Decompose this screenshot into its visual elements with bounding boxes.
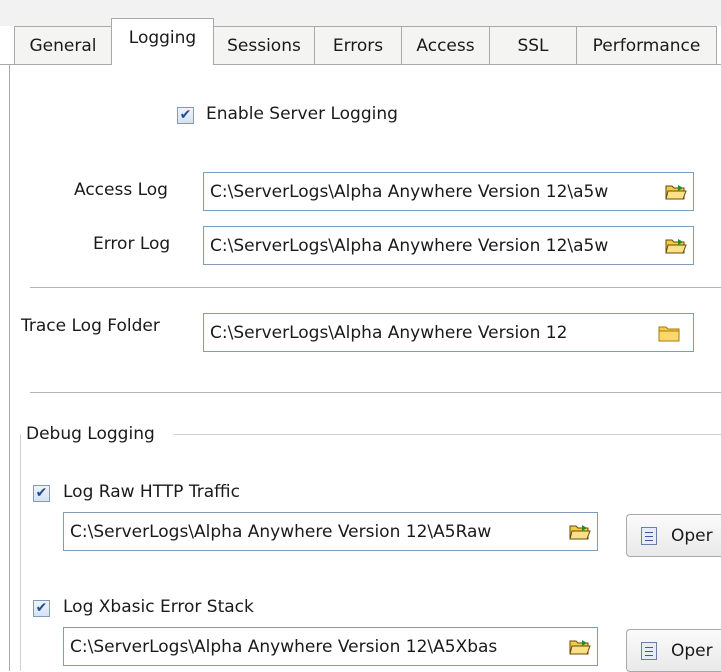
error-log-label: Error Log — [93, 234, 171, 254]
access-log-label: Access Log — [74, 180, 168, 200]
group-box-border — [174, 434, 721, 435]
separator — [30, 392, 721, 394]
log-xbasic-error-stack-label: Log Xbasic Error Stack — [63, 597, 254, 617]
tab-logging[interactable]: Logging — [111, 18, 214, 65]
document-icon — [641, 527, 657, 545]
error-log-value: C:\ServerLogs\Alpha Anywhere Version 12\… — [210, 236, 609, 256]
tab-label: Access — [416, 35, 475, 56]
open-button-label: Oper — [671, 526, 713, 546]
tab-ssl[interactable]: SSL — [489, 26, 577, 64]
tab-general[interactable]: General — [14, 26, 112, 64]
log-raw-http-checkbox[interactable]: ✔ — [33, 485, 50, 502]
enable-logging-label: Enable Server Logging — [206, 104, 398, 124]
open-folder-icon[interactable] — [563, 514, 596, 549]
log-xbasic-error-stack-checkbox[interactable]: ✔ — [33, 600, 50, 617]
open-raw-http-log-button[interactable]: Oper — [626, 514, 721, 557]
enable-logging-checkbox[interactable]: ✔ — [177, 107, 194, 124]
open-folder-icon[interactable] — [659, 228, 692, 263]
open-folder-icon[interactable] — [563, 629, 596, 664]
trace-log-value: C:\ServerLogs\Alpha Anywhere Version 12 — [210, 323, 568, 343]
tab-label: Logging — [128, 28, 197, 48]
tab-performance[interactable]: Performance — [576, 26, 717, 64]
tab-errors[interactable]: Errors — [314, 26, 402, 64]
access-log-value: C:\ServerLogs\Alpha Anywhere Version 12\… — [210, 182, 609, 202]
tab-label: Errors — [332, 35, 384, 56]
log-raw-http-label: Log Raw HTTP Traffic — [63, 482, 240, 502]
trace-log-label: Trace Log Folder — [21, 316, 160, 336]
tab-access[interactable]: Access — [401, 26, 490, 64]
tab-sessions[interactable]: Sessions — [213, 26, 315, 64]
tab-label: General — [29, 35, 97, 56]
access-log-field[interactable]: C:\ServerLogs\Alpha Anywhere Version 12\… — [203, 172, 694, 211]
folder-icon[interactable] — [652, 315, 685, 350]
error-log-field[interactable]: C:\ServerLogs\Alpha Anywhere Version 12\… — [203, 226, 694, 265]
tab-label: Sessions — [227, 35, 301, 56]
tab-strip-background — [0, 0, 721, 26]
document-icon — [641, 642, 657, 660]
tab-baseline — [0, 64, 721, 65]
xbasic-error-log-field[interactable]: C:\ServerLogs\Alpha Anywhere Version 12\… — [63, 627, 598, 666]
group-box-border — [20, 434, 21, 671]
open-xbasic-error-log-button[interactable]: Oper — [626, 629, 721, 672]
tab-label: Performance — [592, 35, 701, 56]
raw-http-log-field[interactable]: C:\ServerLogs\Alpha Anywhere Version 12\… — [63, 512, 598, 551]
trace-log-field[interactable]: C:\ServerLogs\Alpha Anywhere Version 12 — [203, 313, 694, 352]
open-button-label: Oper — [671, 641, 713, 661]
panel-left-border — [9, 64, 10, 671]
xbasic-error-log-value: C:\ServerLogs\Alpha Anywhere Version 12\… — [70, 637, 498, 657]
debug-logging-group-label: Debug Logging — [26, 424, 155, 444]
tab-label: SSL — [517, 35, 549, 56]
separator — [30, 287, 721, 289]
open-folder-icon[interactable] — [659, 174, 692, 209]
raw-http-log-value: C:\ServerLogs\Alpha Anywhere Version 12\… — [70, 522, 492, 542]
